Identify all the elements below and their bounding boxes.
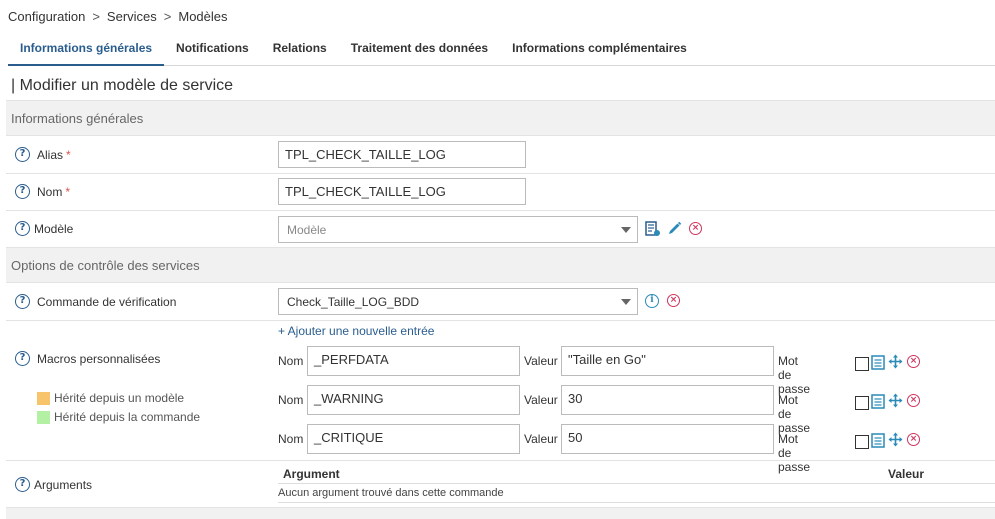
macro-password-checkbox[interactable] <box>855 435 869 449</box>
breadcrumb-item-configuration[interactable]: Configuration <box>8 9 85 24</box>
commande-label: Commande de vérification <box>37 295 177 309</box>
delete-icon[interactable]: × <box>907 433 920 446</box>
arguments-footer-divider <box>278 502 995 503</box>
move-icon[interactable] <box>888 354 903 369</box>
edit-pencil-icon[interactable] <box>667 221 682 236</box>
modele-select[interactable]: Modèle <box>278 216 638 243</box>
arguments-empty-message: Aucun argument trouvé dans cette command… <box>278 487 504 499</box>
footer-band <box>6 507 995 519</box>
help-icon[interactable]: ? <box>15 147 30 162</box>
row-divider <box>6 460 995 461</box>
move-icon[interactable] <box>888 393 903 408</box>
macro-name-input[interactable]: _CRITIQUE <box>307 424 520 454</box>
macro-password-label: Mot de passe <box>778 393 811 435</box>
commande-select[interactable]: Check_Taille_LOG_BDD <box>278 288 638 315</box>
arguments-column-argument: Argument <box>283 467 340 481</box>
arguments-header-divider <box>278 483 995 484</box>
breadcrumb-item-modeles[interactable]: Modèles <box>178 9 227 24</box>
required-marker: * <box>65 185 71 199</box>
legend-item-template: Hérité depuis un modèle <box>37 391 184 405</box>
arguments-column-valeur: Valeur <box>888 467 925 481</box>
nom-label: Nom * <box>37 185 70 199</box>
delete-icon[interactable]: × <box>907 394 920 407</box>
help-icon[interactable]: ? <box>15 477 30 492</box>
list-icon[interactable] <box>871 394 885 409</box>
tab-bar: Informations générales Notifications Rel… <box>8 36 995 66</box>
delete-icon[interactable]: × <box>689 222 702 235</box>
modele-label: Modèle <box>34 222 74 236</box>
legend-label-command: Hérité depuis la commande <box>54 410 201 424</box>
macro-password-checkbox[interactable] <box>855 396 869 410</box>
macro-value-input[interactable]: "Taille en Go" <box>561 346 774 376</box>
macro-value-input[interactable]: 50 <box>561 424 774 454</box>
commande-select-value: Check_Taille_LOG_BDD <box>287 295 420 309</box>
macro-name-label: Nom <box>278 354 304 368</box>
legend-label-template: Hérité depuis un modèle <box>54 391 185 405</box>
macro-name-input[interactable]: _WARNING <box>307 385 520 415</box>
help-icon[interactable]: ? <box>15 184 30 199</box>
delete-icon[interactable]: × <box>667 294 680 307</box>
breadcrumb-separator: > <box>92 9 100 24</box>
macros-label: Macros personnalisées <box>37 352 161 366</box>
add-macro-link[interactable]: + Ajouter une nouvelle entrée <box>278 324 434 338</box>
view-template-icon[interactable] <box>645 221 661 237</box>
tab-notifications[interactable]: Notifications <box>164 36 261 66</box>
alias-input[interactable]: TPL_CHECK_TAILLE_LOG <box>278 141 526 168</box>
legend-swatch-command <box>37 410 50 424</box>
chevron-down-icon <box>621 227 631 233</box>
nom-label-text: Nom <box>37 185 63 199</box>
nom-input[interactable]: TPL_CHECK_TAILLE_LOG <box>278 178 526 205</box>
tab-relations[interactable]: Relations <box>261 36 339 66</box>
macro-password-label: Mot de passe <box>778 354 811 396</box>
legend-swatch-template <box>37 391 50 405</box>
macro-value-input[interactable]: 30 <box>561 385 774 415</box>
move-icon[interactable] <box>888 432 903 447</box>
macro-name-label: Nom <box>278 393 304 407</box>
macro-value-label: Valeur <box>524 354 558 368</box>
tab-traitement-des-donnees[interactable]: Traitement des données <box>339 36 500 66</box>
row-divider <box>6 210 995 211</box>
info-icon[interactable]: i <box>645 294 659 308</box>
help-icon[interactable]: ? <box>15 221 30 236</box>
breadcrumb-item-services[interactable]: Services <box>107 9 157 24</box>
section-header-control: Options de contrôle des services <box>6 247 995 283</box>
macro-name-label: Nom <box>278 432 304 446</box>
alias-label-text: Alias <box>37 148 64 162</box>
arguments-label: Arguments <box>34 478 93 492</box>
delete-icon[interactable]: × <box>907 355 920 368</box>
legend-item-command: Hérité depuis la commande <box>37 410 200 424</box>
list-icon[interactable] <box>871 433 885 448</box>
row-divider <box>6 173 995 174</box>
list-icon[interactable] <box>871 355 885 370</box>
breadcrumb: Configuration > Services > Modèles <box>8 9 228 24</box>
help-icon[interactable]: ? <box>15 294 30 309</box>
breadcrumb-separator: > <box>163 9 172 24</box>
modele-select-placeholder: Modèle <box>287 223 327 237</box>
chevron-down-icon <box>621 299 631 305</box>
macro-value-label: Valeur <box>524 432 558 446</box>
row-divider <box>6 320 995 321</box>
alias-label: Alias * <box>37 148 71 162</box>
required-marker: * <box>66 148 71 162</box>
page-title: | Modifier un modèle de service <box>11 77 234 94</box>
help-icon[interactable]: ? <box>15 351 30 366</box>
macro-name-input[interactable]: _PERFDATA <box>307 346 520 376</box>
macro-value-label: Valeur <box>524 393 558 407</box>
tab-informations-generales[interactable]: Informations générales <box>8 36 165 66</box>
macro-password-label: Mot de passe <box>778 432 811 474</box>
macro-password-checkbox[interactable] <box>855 357 869 371</box>
section-header-general: Informations générales <box>6 100 995 136</box>
tab-informations-complementaires[interactable]: Informations complémentaires <box>500 36 699 66</box>
